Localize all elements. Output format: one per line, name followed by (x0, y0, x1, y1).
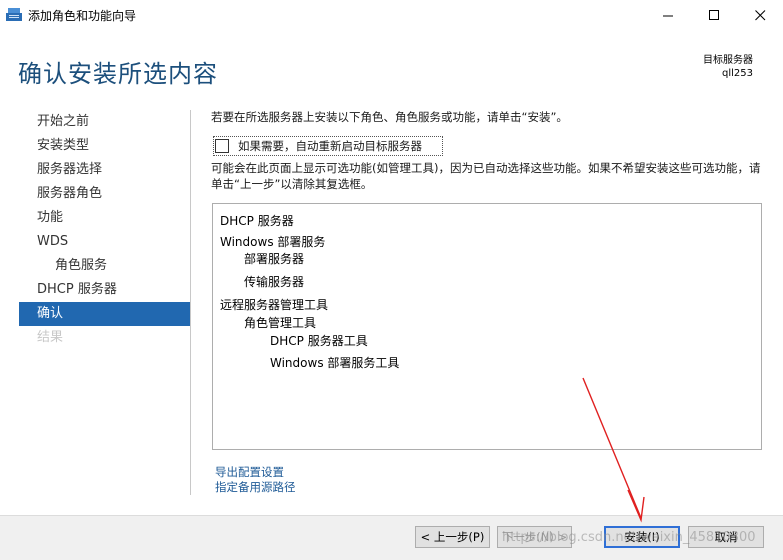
nav-divider (190, 110, 191, 495)
nav-item-server-selection[interactable]: 服务器选择 (19, 158, 190, 182)
export-config-link[interactable]: 导出配置设置 (215, 465, 296, 480)
nav-item-before-you-begin[interactable]: 开始之前 (19, 110, 190, 134)
list-item: 传输服务器 (244, 275, 305, 289)
wizard-nav: 开始之前 安装类型 服务器选择 服务器角色 功能 WDS 角色服务 DHCP 服… (19, 110, 190, 350)
install-button[interactable]: 安装(I) (604, 526, 680, 548)
nav-item-installation-type[interactable]: 安装类型 (19, 134, 190, 158)
server-manager-icon (6, 8, 22, 21)
nav-item-role-services[interactable]: 角色服务 (19, 254, 190, 278)
cancel-button[interactable]: 取消 (688, 526, 764, 548)
restart-checkbox-row[interactable]: 如果需要，自动重新启动目标服务器 (213, 136, 443, 156)
page-title: 确认安装所选内容 (18, 60, 218, 88)
restart-label: 如果需要，自动重新启动目标服务器 (238, 139, 422, 153)
next-button: 下一步(N) > (497, 526, 572, 548)
list-item: Windows 部署服务 (220, 235, 326, 249)
list-item: 部署服务器 (244, 252, 305, 266)
target-server: 目标服务器 qll253 (703, 54, 753, 80)
target-server-label: 目标服务器 (703, 55, 753, 66)
target-server-name: qll253 (722, 68, 753, 79)
alternate-source-link[interactable]: 指定备用源路径 (215, 480, 296, 495)
nav-item-features[interactable]: 功能 (19, 206, 190, 230)
maximize-icon (708, 9, 719, 20)
list-item: DHCP 服务器 (220, 214, 294, 228)
list-item: 角色管理工具 (244, 316, 317, 330)
intro-text: 若要在所选服务器上安装以下角色、角色服务或功能，请单击“安装”。 (211, 110, 568, 124)
nav-item-results: 结果 (37, 330, 64, 345)
selection-list: DHCP 服务器 Windows 部署服务 部署服务器 传输服务器 远程服务器管… (212, 203, 762, 450)
close-icon (754, 9, 765, 20)
minimize-icon (662, 15, 673, 16)
links-section: 导出配置设置 指定备用源路径 (215, 465, 296, 495)
nav-item-wds[interactable]: WDS (19, 230, 190, 254)
title-bar: 添加角色和功能向导 (0, 0, 783, 30)
close-button[interactable] (737, 0, 783, 30)
list-item: DHCP 服务器工具 (270, 334, 368, 348)
nav-item-confirmation[interactable]: 确认 (19, 302, 190, 326)
nav-item-server-roles[interactable]: 服务器角色 (19, 182, 190, 206)
previous-button[interactable]: < 上一步(P) (415, 526, 490, 548)
list-item: 远程服务器管理工具 (220, 298, 329, 312)
optional-features-note: 可能会在此页面上显示可选功能(如管理工具)，因为已自动选择这些功能。如果不希望安… (211, 161, 761, 191)
maximize-button[interactable] (691, 0, 737, 30)
list-item: Windows 部署服务工具 (270, 356, 400, 370)
nav-item-dhcp-server[interactable]: DHCP 服务器 (19, 278, 190, 302)
restart-checkbox[interactable] (215, 139, 229, 153)
window-title: 添加角色和功能向导 (28, 9, 137, 23)
minimize-button[interactable] (645, 0, 691, 30)
